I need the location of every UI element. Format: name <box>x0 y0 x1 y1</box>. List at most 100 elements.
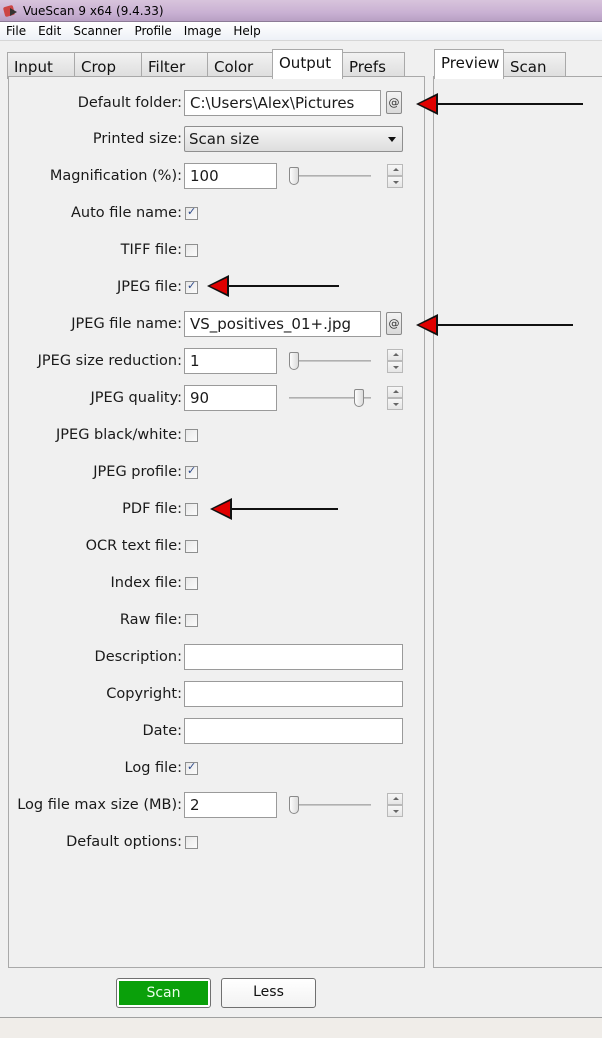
magnification-row: Magnification (%): 100 <box>9 162 426 190</box>
date-label: Date: <box>142 723 182 739</box>
description-row: Description: <box>9 643 426 671</box>
printed-size-row: Printed size: Scan size <box>9 125 426 153</box>
magnification-input[interactable]: 100 <box>184 163 277 189</box>
jpeg-quality-spinner[interactable] <box>387 386 403 410</box>
preview-panel <box>433 76 602 968</box>
log-file-max-size-row: Log file max size (MB): 2 <box>9 791 426 819</box>
printed-size-label: Printed size: <box>92 131 182 147</box>
tab-crop[interactable]: Crop <box>74 52 142 79</box>
jpeg-black-white-checkbox[interactable] <box>185 429 198 442</box>
scan-button[interactable]: Scan <box>116 978 211 1008</box>
magnification-slider-thumb[interactable] <box>289 167 299 185</box>
tiff-file-label: TIFF file: <box>120 242 182 258</box>
default-folder-input[interactable]: C:\Users\Alex\Pictures <box>184 90 381 116</box>
left-tab-strip: Input Crop Filter Color Output Prefs <box>7 49 405 79</box>
printed-size-select[interactable]: Scan size <box>184 126 403 152</box>
index-file-label: Index file: <box>110 575 183 591</box>
menu-file[interactable]: File <box>6 24 26 38</box>
default-options-checkbox[interactable] <box>185 836 198 849</box>
ocr-text-file-label: OCR text file: <box>85 538 182 554</box>
tab-prefs[interactable]: Prefs <box>342 52 405 79</box>
menu-scanner[interactable]: Scanner <box>73 24 122 38</box>
default-folder-row: Default folder: C:\Users\Alex\Pictures @ <box>9 89 426 117</box>
tab-preview[interactable]: Preview <box>434 49 504 79</box>
spin-up-icon[interactable] <box>387 349 403 361</box>
menu-image[interactable]: Image <box>184 24 222 38</box>
auto-file-name-label: Auto file name: <box>71 205 182 221</box>
jpeg-black-white-row: JPEG black/white: <box>9 421 426 449</box>
spin-up-icon[interactable] <box>387 386 403 398</box>
printed-size-value: Scan size <box>189 130 260 148</box>
date-input[interactable] <box>184 718 403 744</box>
tab-scan[interactable]: Scan <box>503 52 566 79</box>
ocr-text-file-checkbox[interactable] <box>185 540 198 553</box>
date-row: Date: <box>9 717 426 745</box>
menu-edit[interactable]: Edit <box>38 24 61 38</box>
tab-output[interactable]: Output <box>272 49 343 79</box>
tab-input[interactable]: Input <box>7 52 75 79</box>
log-file-checkbox[interactable] <box>185 760 198 775</box>
right-tab-strip: Preview Scan <box>434 49 566 79</box>
log-file-max-size-spinner[interactable] <box>387 793 403 817</box>
spin-down-icon[interactable] <box>387 398 403 410</box>
auto-file-name-checkbox[interactable] <box>185 205 198 220</box>
jpeg-size-reduction-slider[interactable] <box>289 352 371 370</box>
jpeg-profile-checkbox[interactable] <box>185 464 198 479</box>
tab-filter[interactable]: Filter <box>141 52 208 79</box>
menu-help[interactable]: Help <box>233 24 260 38</box>
spin-down-icon[interactable] <box>387 805 403 817</box>
pdf-file-label: PDF file: <box>122 501 182 517</box>
less-button[interactable]: Less <box>221 978 316 1008</box>
jpeg-file-label: JPEG file: <box>117 279 182 295</box>
copyright-input[interactable] <box>184 681 403 707</box>
title-bar: VueScan 9 x64 (9.4.33) <box>0 0 602 22</box>
pdf-file-checkbox[interactable] <box>185 503 198 516</box>
chevron-down-icon <box>388 137 396 142</box>
annotation-arrow-jpeg-file-name <box>416 312 573 338</box>
log-file-max-size-slider[interactable] <box>289 796 371 814</box>
jpeg-file-name-label: JPEG file name: <box>71 316 182 332</box>
default-folder-label: Default folder: <box>77 95 182 111</box>
jpeg-size-reduction-spinner[interactable] <box>387 349 403 373</box>
magnification-spinner[interactable] <box>387 164 403 188</box>
menu-profile[interactable]: Profile <box>134 24 171 38</box>
scan-button-label: Scan <box>119 981 208 1005</box>
log-file-max-size-input[interactable]: 2 <box>184 792 277 818</box>
jpeg-size-reduction-label: JPEG size reduction: <box>37 353 182 369</box>
tiff-file-checkbox[interactable] <box>185 244 198 257</box>
raw-file-label: Raw file: <box>119 612 182 628</box>
jpeg-file-name-at-button[interactable]: @ <box>386 312 402 335</box>
jpeg-profile-row: JPEG profile: <box>9 458 426 486</box>
default-options-row: Default options: <box>9 828 426 856</box>
index-file-row: Index file: <box>9 569 426 597</box>
raw-file-checkbox[interactable] <box>185 614 198 627</box>
tiff-file-row: TIFF file: <box>9 236 426 264</box>
auto-file-name-row: Auto file name: <box>9 199 426 227</box>
jpeg-black-white-label: JPEG black/white: <box>56 427 182 443</box>
spin-down-icon[interactable] <box>387 361 403 373</box>
jpeg-quality-slider-thumb[interactable] <box>354 389 364 407</box>
jpeg-quality-input[interactable]: 90 <box>184 385 277 411</box>
spin-up-icon[interactable] <box>387 793 403 805</box>
jpeg-size-reduction-row: JPEG size reduction: 1 <box>9 347 426 375</box>
output-panel: Default folder: C:\Users\Alex\Pictures @… <box>8 76 425 968</box>
jpeg-file-name-input[interactable]: VS_positives_01+.jpg <box>184 311 381 337</box>
jpeg-size-reduction-slider-thumb[interactable] <box>289 352 299 370</box>
copyright-label: Copyright: <box>106 686 182 702</box>
jpeg-quality-slider[interactable] <box>289 389 371 407</box>
spin-up-icon[interactable] <box>387 164 403 176</box>
tab-color[interactable]: Color <box>207 52 273 79</box>
default-folder-at-button[interactable]: @ <box>386 91 402 114</box>
index-file-checkbox[interactable] <box>185 577 198 590</box>
description-input[interactable] <box>184 644 403 670</box>
copyright-row: Copyright: <box>9 680 426 708</box>
jpeg-size-reduction-input[interactable]: 1 <box>184 348 277 374</box>
magnification-slider[interactable] <box>289 167 371 185</box>
spin-down-icon[interactable] <box>387 176 403 188</box>
magnification-label: Magnification (%): <box>49 168 182 184</box>
status-bar <box>0 1017 602 1038</box>
jpeg-file-checkbox[interactable] <box>185 279 198 294</box>
description-label: Description: <box>94 649 182 665</box>
jpeg-quality-row: JPEG quality: 90 <box>9 384 426 412</box>
log-file-max-size-slider-thumb[interactable] <box>289 796 299 814</box>
